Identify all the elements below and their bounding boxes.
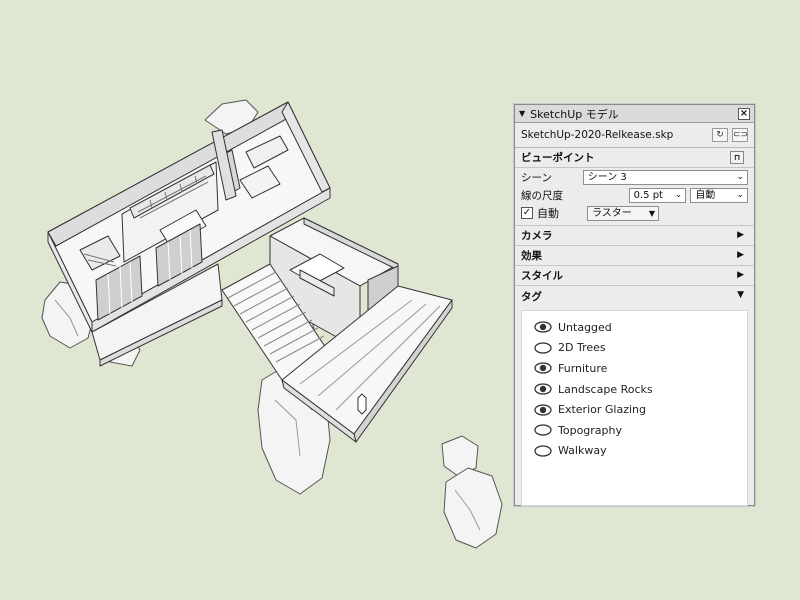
tag-row[interactable]: Walkway	[522, 441, 747, 462]
tag-row[interactable]: 2D Trees	[522, 338, 747, 359]
panel-titlebar[interactable]: ▼ SketchUp モデル ×	[515, 105, 754, 123]
refresh-icon[interactable]: ↻	[712, 128, 728, 142]
line-scale-value: 0.5 pt	[633, 189, 663, 201]
camera-title: カメラ	[521, 230, 553, 242]
scene-label: シーン	[521, 171, 552, 184]
tag-name: 2D Trees	[558, 341, 606, 355]
tags-list: Untagged 2D Trees Furniture Landscape Rocks…	[521, 310, 748, 506]
viewpoint-section: ビューポイント ⊓ シーン シーン 3 ⌄ 線の尺度 0.5 pt ⌄ 自動 ⌄…	[515, 148, 754, 226]
scene-select[interactable]: シーン 3 ⌄	[582, 169, 748, 185]
sketchup-model-panel: ▼ SketchUp モデル × SketchUp-2020-Relkease.…	[514, 104, 755, 506]
viewpoint-title: ビューポイント	[521, 152, 595, 164]
eye-closed-icon[interactable]	[534, 424, 552, 436]
triangle-right-icon: ▶	[737, 250, 744, 260]
render-mode-select[interactable]: ラスター ▼	[587, 205, 659, 221]
link-icon[interactable]: ⊂⊃	[732, 128, 748, 142]
camera-section[interactable]: カメラ ▶	[515, 226, 754, 246]
tag-name: Walkway	[558, 444, 607, 458]
line-scale-mode-select[interactable]: 自動 ⌄	[690, 187, 749, 203]
chevron-down-icon: ⌄	[674, 189, 683, 200]
effects-title: 効果	[521, 250, 542, 262]
tags-title: タグ	[521, 290, 542, 303]
style-title: スタイル	[521, 270, 563, 282]
eye-closed-icon[interactable]	[534, 445, 552, 457]
line-scale-label: 線の尺度	[521, 189, 563, 202]
eye-closed-icon[interactable]	[534, 342, 552, 354]
eye-open-icon[interactable]	[534, 321, 552, 333]
tag-name: Untagged	[558, 320, 612, 334]
tag-row[interactable]: Untagged	[522, 317, 747, 338]
tag-row[interactable]: Furniture	[522, 358, 747, 379]
auto-checkbox[interactable]: ✓	[521, 207, 533, 219]
file-bar: SketchUp-2020-Relkease.skp ↻ ⊂⊃	[515, 123, 754, 148]
auto-row: ✓ 自動 ラスター ▼	[515, 204, 754, 222]
tag-row[interactable]: Exterior Glazing	[522, 399, 747, 420]
style-section[interactable]: スタイル ▶	[515, 266, 754, 286]
eye-open-icon[interactable]	[534, 404, 552, 416]
line-scale-row: 線の尺度 0.5 pt ⌄ 自動 ⌄	[515, 186, 754, 204]
triangle-down-icon[interactable]: ▼	[519, 109, 525, 118]
house-model	[47, 101, 453, 443]
eye-open-icon[interactable]	[534, 383, 552, 395]
eye-open-icon[interactable]	[534, 362, 552, 375]
lock-icon[interactable]: ⊓	[730, 151, 744, 164]
triangle-down-icon: ▼	[737, 290, 744, 300]
model-filename: SketchUp-2020-Relkease.skp	[521, 129, 674, 141]
tag-row[interactable]: Topography	[522, 420, 747, 441]
tag-name: Exterior Glazing	[558, 403, 646, 417]
chevron-down-icon: ⌄	[736, 189, 745, 200]
tag-name: Topography	[558, 423, 623, 437]
tags-section[interactable]: タグ ▼	[515, 286, 754, 306]
scene-row: シーン シーン 3 ⌄	[515, 168, 754, 186]
effects-section[interactable]: 効果 ▶	[515, 246, 754, 266]
tag-name: Furniture	[558, 361, 608, 375]
auto-label: 自動	[537, 207, 559, 220]
scene-value: シーン 3	[587, 171, 627, 183]
line-scale-select[interactable]: 0.5 pt ⌄	[628, 187, 687, 203]
tag-row[interactable]: Landscape Rocks	[522, 379, 747, 400]
tag-name: Landscape Rocks	[558, 382, 653, 396]
close-icon[interactable]: ×	[738, 107, 750, 120]
line-scale-mode: 自動	[695, 189, 716, 201]
triangle-right-icon: ▶	[737, 230, 744, 240]
render-mode-value: ラスター	[592, 207, 632, 219]
viewpoint-heading: ビューポイント ⊓	[515, 148, 754, 168]
panel-title: SketchUp モデル	[530, 107, 619, 121]
triangle-down-icon: ▼	[648, 208, 655, 218]
triangle-right-icon: ▶	[737, 270, 744, 280]
chevron-down-icon: ⌄	[736, 171, 744, 182]
